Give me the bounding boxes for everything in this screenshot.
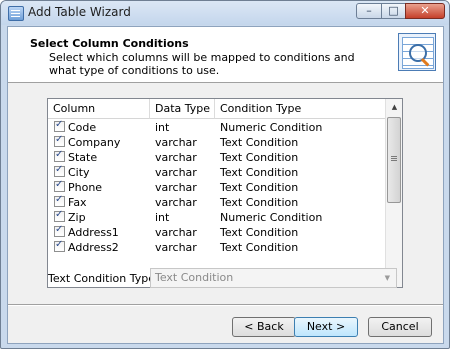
table-row[interactable]: City varchar Text Condition bbox=[48, 164, 385, 180]
condition-type-cell: Text Condition bbox=[220, 181, 299, 194]
title-bar[interactable]: Add Table Wizard – □ ✕ bbox=[1, 1, 449, 25]
column-name-cell: Phone bbox=[68, 181, 103, 194]
text-condition-type-select[interactable]: Text Condition ▼ bbox=[150, 268, 397, 288]
column-name-cell: Fax bbox=[68, 196, 87, 209]
column-checkbox[interactable] bbox=[54, 209, 65, 222]
column-checkbox[interactable] bbox=[54, 119, 65, 132]
table-row[interactable]: Address1 varchar Text Condition bbox=[48, 224, 385, 240]
data-type-cell: int bbox=[155, 121, 170, 134]
column-checkbox[interactable] bbox=[54, 194, 65, 207]
minimize-icon: – bbox=[366, 4, 372, 17]
data-type-cell: varchar bbox=[155, 196, 197, 209]
data-type-cell: varchar bbox=[155, 241, 197, 254]
scroll-thumb[interactable] bbox=[387, 117, 401, 203]
column-name-cell: Address2 bbox=[68, 241, 119, 254]
cancel-button[interactable]: Cancel bbox=[368, 317, 432, 337]
next-button[interactable]: Next > bbox=[294, 317, 358, 337]
back-button[interactable]: < Back bbox=[232, 317, 296, 337]
list-scrollbar[interactable]: ▲ ▼ bbox=[385, 99, 402, 287]
column-checkbox[interactable] bbox=[54, 134, 65, 147]
text-condition-type-label: Text Condition Type: bbox=[48, 272, 159, 285]
column-name-cell: State bbox=[68, 151, 98, 164]
data-type-cell: varchar bbox=[155, 151, 197, 164]
column-name-cell: Zip bbox=[68, 211, 86, 224]
column-checkbox[interactable] bbox=[54, 164, 65, 177]
footer-divider bbox=[8, 304, 443, 306]
condition-type-cell: Numeric Condition bbox=[220, 121, 323, 134]
text-condition-type-value: Text Condition bbox=[155, 271, 234, 284]
condition-type-cell: Text Condition bbox=[220, 196, 299, 209]
column-checkbox[interactable] bbox=[54, 224, 65, 237]
column-checkbox[interactable] bbox=[54, 239, 65, 252]
table-search-icon bbox=[398, 33, 436, 71]
wizard-header: Select Column Conditions Select which co… bbox=[8, 27, 443, 83]
scroll-up-icon[interactable]: ▲ bbox=[386, 99, 402, 116]
condition-type-cell: Text Condition bbox=[220, 226, 299, 239]
maximize-icon: □ bbox=[388, 4, 399, 17]
table-row[interactable]: Phone varchar Text Condition bbox=[48, 179, 385, 195]
wizard-window: Add Table Wizard – □ ✕ Select Column Con… bbox=[0, 0, 450, 349]
condition-type-cell: Text Condition bbox=[220, 166, 299, 179]
table-row[interactable]: Company varchar Text Condition bbox=[48, 134, 385, 150]
table-row[interactable]: Address2 varchar Text Condition bbox=[48, 239, 385, 255]
condition-type-cell: Text Condition bbox=[220, 136, 299, 149]
condition-type-cell: Text Condition bbox=[220, 241, 299, 254]
column-name-cell: Address1 bbox=[68, 226, 119, 239]
column-header-condition-type[interactable]: Condition Type bbox=[215, 99, 385, 119]
data-type-cell: varchar bbox=[155, 166, 197, 179]
minimize-button[interactable]: – bbox=[356, 3, 382, 19]
wizard-app-icon bbox=[8, 6, 24, 21]
column-name-cell: Company bbox=[68, 136, 121, 149]
wizard-client-area: Select Column Conditions Select which co… bbox=[7, 26, 444, 344]
column-name-cell: City bbox=[68, 166, 90, 179]
column-conditions-list[interactable]: Column Data Type Condition Type Code int N… bbox=[47, 98, 403, 288]
close-icon: ✕ bbox=[420, 4, 430, 17]
data-type-cell: varchar bbox=[155, 136, 197, 149]
column-header-column[interactable]: Column bbox=[48, 99, 150, 119]
maximize-button[interactable]: □ bbox=[381, 3, 406, 19]
condition-type-cell: Numeric Condition bbox=[220, 211, 323, 224]
column-header-data-type[interactable]: Data Type bbox=[150, 99, 215, 119]
data-type-cell: varchar bbox=[155, 226, 197, 239]
page-title: Select Column Conditions bbox=[30, 37, 189, 50]
table-row[interactable]: State varchar Text Condition bbox=[48, 149, 385, 165]
column-name-cell: Code bbox=[68, 121, 97, 134]
data-type-cell: varchar bbox=[155, 181, 197, 194]
column-checkbox[interactable] bbox=[54, 149, 65, 162]
table-row[interactable]: Code int Numeric Condition bbox=[48, 119, 385, 135]
chevron-down-icon: ▼ bbox=[384, 274, 390, 282]
page-description: Select which columns will be mapped to c… bbox=[49, 51, 355, 77]
table-row[interactable]: Zip int Numeric Condition bbox=[48, 209, 385, 225]
condition-type-cell: Text Condition bbox=[220, 151, 299, 164]
window-title: Add Table Wizard bbox=[28, 5, 131, 19]
data-type-cell: int bbox=[155, 211, 170, 224]
table-row[interactable]: Fax varchar Text Condition bbox=[48, 194, 385, 210]
close-button[interactable]: ✕ bbox=[405, 3, 445, 19]
column-checkbox[interactable] bbox=[54, 179, 65, 192]
